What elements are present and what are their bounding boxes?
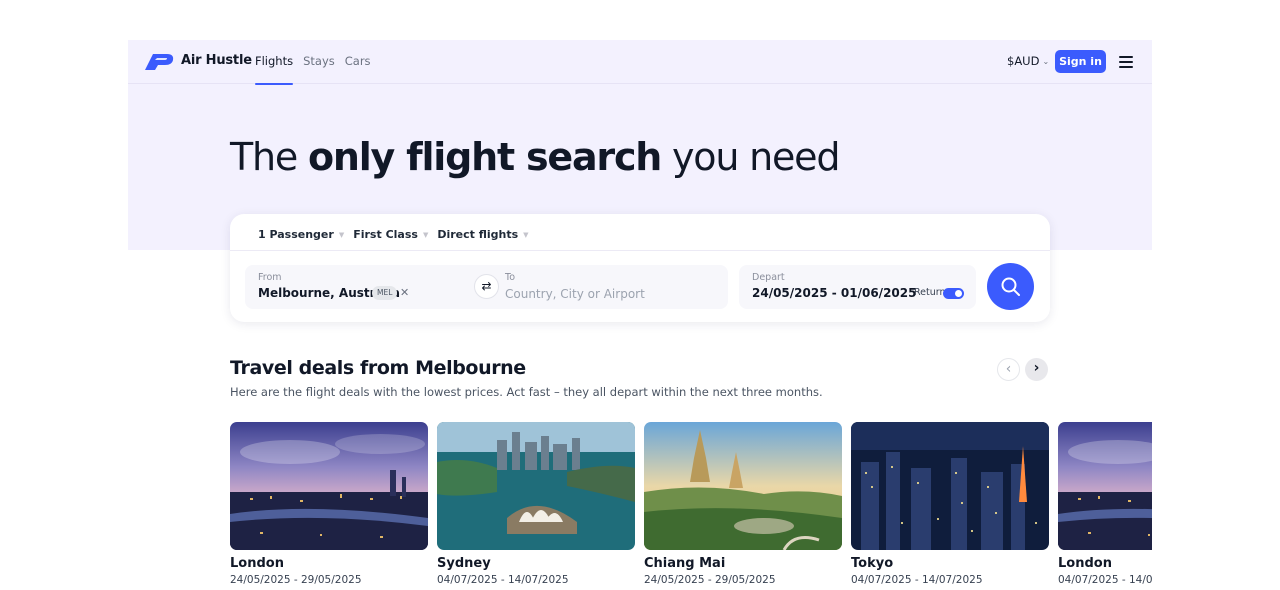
deal-city: London — [230, 556, 284, 571]
chevron-left-icon[interactable]: ‹ — [997, 358, 1020, 381]
hero-title: The only flight search you need — [230, 135, 840, 179]
deal-card-chiang-mai[interactable]: Chiang Mai 24/05/2025 - 29/05/2025 — [644, 422, 842, 586]
search-card: 1 Passenger ▼ First Class ▼ Direct flights… — [230, 214, 1050, 322]
deal-dates: 04/07/2025 - 14/07/2025 — [437, 574, 569, 586]
return-label: Return — [914, 287, 946, 298]
london-image — [230, 422, 428, 550]
chevron-down-icon: ▼ — [422, 230, 429, 239]
from-label: From — [258, 272, 282, 283]
swap-icon[interactable]: ⇄ — [474, 274, 499, 299]
sydney-image — [437, 422, 635, 550]
chiang-mai-image — [644, 422, 842, 550]
chevron-down-icon: ▼ — [523, 230, 529, 239]
deal-city: London — [1058, 556, 1112, 571]
nav-cars[interactable]: Cars — [345, 40, 371, 84]
to-label: To — [505, 272, 516, 283]
deal-card-london-2[interactable]: London 04/07/2025 - 14/07/2025 — [1058, 422, 1152, 586]
deal-dates: 24/05/2025 - 29/05/2025 — [230, 574, 362, 586]
hero-title-bold: only flight search — [307, 135, 662, 179]
header: Air Hustle Flights Stays Cars $AUD ⌄ Sig… — [128, 40, 1152, 85]
chevron-down-icon: ▼ — [338, 230, 345, 239]
search-button[interactable] — [987, 263, 1034, 310]
deal-card-sydney[interactable]: Sydney 04/07/2025 - 14/07/2025 — [437, 422, 635, 586]
brand-name[interactable]: Air Hustle — [181, 53, 252, 68]
passenger-label: 1 Passenger — [258, 228, 334, 241]
search-icon — [1001, 277, 1020, 296]
deals-subtitle: Here are the flight deals with the lowes… — [230, 385, 823, 399]
close-icon[interactable]: ✕ — [400, 286, 409, 299]
direct-flights-selector[interactable]: Direct flights ▼ — [437, 228, 528, 241]
to-field[interactable] — [505, 285, 715, 302]
hero-title-post: you need — [661, 135, 840, 179]
deal-card-london[interactable]: London 24/05/2025 - 29/05/2025 — [230, 422, 428, 586]
deal-city: Sydney — [437, 556, 491, 571]
search-options: 1 Passenger ▼ First Class ▼ Direct flights… — [258, 228, 538, 241]
deal-card-tokyo[interactable]: Tokyo 04/07/2025 - 14/07/2025 — [851, 422, 1049, 586]
direct-flights-label: Direct flights — [437, 228, 519, 241]
menu-icon[interactable] — [1119, 56, 1133, 68]
date-field[interactable]: Depart 24/05/2025 - 01/06/2025 Return — [739, 265, 976, 309]
app: Air Hustle Flights Stays Cars $AUD ⌄ Sig… — [128, 40, 1152, 590]
chevron-down-icon: ⌄ — [1042, 57, 1050, 66]
sign-in-button[interactable]: Sign in — [1055, 50, 1106, 73]
deal-dates: 24/05/2025 - 29/05/2025 — [644, 574, 776, 586]
route-field: From Melbourne, Australia MEL ✕ ⇄ To — [245, 265, 728, 309]
tokyo-image — [851, 422, 1049, 550]
chevron-right-icon[interactable]: › — [1025, 358, 1048, 381]
depart-dates: 24/05/2025 - 01/06/2025 — [752, 286, 917, 300]
divider — [230, 250, 1050, 251]
deals-title: Travel deals from Melbourne — [230, 357, 526, 379]
deal-dates: 04/07/2025 - 14/07/2025 — [1058, 574, 1152, 586]
deal-cards: London 24/05/2025 - 29/05/2025 Sydney 04… — [230, 422, 1152, 590]
deal-dates: 04/07/2025 - 14/07/2025 — [851, 574, 983, 586]
deal-city: Tokyo — [851, 556, 894, 571]
airport-code-badge: MEL — [372, 286, 398, 300]
hero-title-pre: The — [230, 135, 308, 179]
logo-icon[interactable] — [143, 52, 175, 72]
nav-stays[interactable]: Stays — [303, 40, 335, 84]
class-label: First Class — [353, 228, 418, 241]
london-image — [1058, 422, 1152, 550]
currency-selector[interactable]: $AUD ⌄ — [1007, 54, 1049, 68]
nav-flights[interactable]: Flights — [255, 40, 294, 85]
return-toggle[interactable] — [943, 288, 964, 299]
main-nav: Flights Stays Cars — [255, 40, 381, 85]
passenger-selector[interactable]: 1 Passenger ▼ — [258, 228, 344, 241]
deal-city: Chiang Mai — [644, 556, 726, 571]
depart-label: Depart — [752, 272, 785, 283]
class-selector[interactable]: First Class ▼ — [353, 228, 428, 241]
currency-label: $AUD — [1007, 54, 1040, 68]
